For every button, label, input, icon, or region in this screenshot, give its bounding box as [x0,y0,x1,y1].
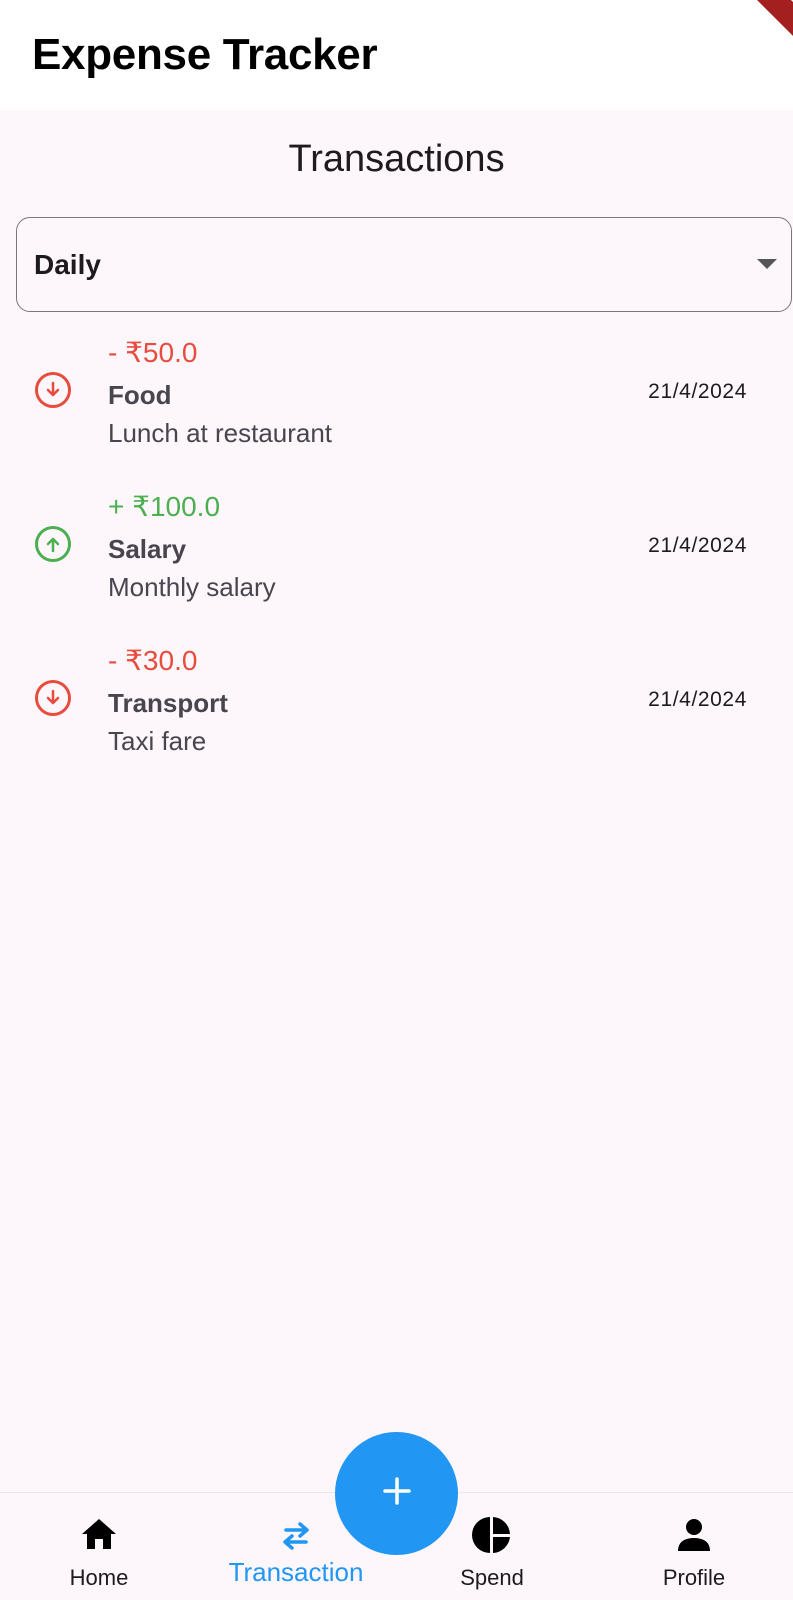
nav-label: Profile [662,1565,726,1590]
nav-label: Spend [460,1565,524,1590]
app-bar: Expense Tracker [0,0,793,110]
list-item[interactable]: + ₹100.0 Salary Monthly salary 21/4/2024 [0,484,793,638]
transaction-amount: - ₹30.0 [108,645,198,676]
transaction-note: Taxi fare [108,726,207,756]
nav-label: Transaction [228,1557,364,1587]
transaction-date: 21/4/2024 [648,688,747,711]
swap-arrows-icon [276,1515,316,1555]
transaction-category: Food [108,380,172,410]
transaction-amount: + ₹100.0 [108,491,221,522]
transaction-date: 21/4/2024 [648,380,747,403]
dropdown-arrow-icon [757,259,777,269]
transaction-date: 21/4/2024 [648,534,747,557]
list-item[interactable]: - ₹30.0 Transport Taxi fare 21/4/2024 [0,638,793,792]
list-item[interactable]: - ₹50.0 Food Lunch at restaurant 21/4/20… [0,330,793,484]
pie-chart-icon [472,1515,512,1555]
transaction-note: Monthly salary [108,572,276,602]
plus-icon [381,1475,413,1512]
transaction-category: Salary [108,534,187,564]
transaction-list: - ₹50.0 Food Lunch at restaurant 21/4/20… [0,330,793,792]
nav-item-profile[interactable]: Profile [609,1493,779,1600]
arrow-down-circle-icon [35,680,71,716]
nav-label: Home [69,1565,129,1590]
transaction-note: Lunch at restaurant [108,418,333,448]
period-filter-dropdown[interactable]: Daily [16,217,792,312]
arrow-up-circle-icon [35,526,71,562]
app-title: Expense Tracker [32,30,378,79]
transaction-category: Transport [108,688,228,718]
add-transaction-button[interactable] [335,1432,458,1555]
nav-item-home[interactable]: Home [14,1493,184,1600]
transaction-amount: - ₹50.0 [108,337,198,368]
page-title: Transactions [288,138,505,180]
person-icon [674,1515,714,1555]
debug-banner [737,0,793,45]
arrow-down-circle-icon [35,372,71,408]
home-icon [79,1515,119,1555]
dropdown-selected-value: Daily [34,249,101,280]
